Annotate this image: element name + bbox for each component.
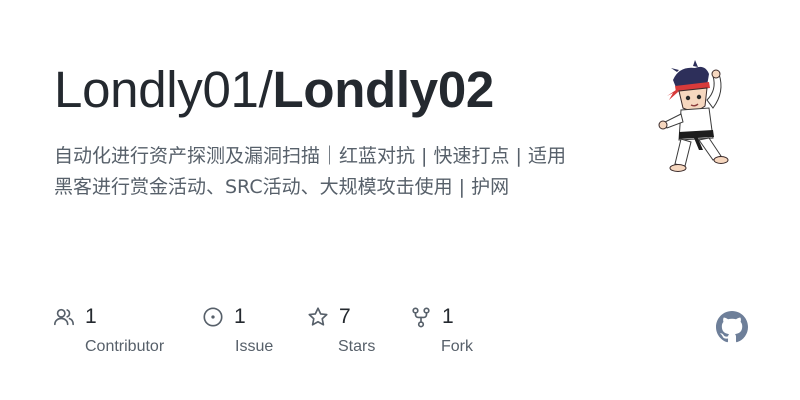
- issues-stat[interactable]: 1 Issue: [202, 300, 273, 356]
- contributors-stat[interactable]: 1 Contributor: [53, 300, 164, 356]
- github-icon: [716, 311, 748, 343]
- repo-owner[interactable]: Londly01/: [54, 61, 273, 118]
- stars-stat[interactable]: 7 Stars: [307, 300, 375, 356]
- forks-stat[interactable]: 1 Fork: [410, 300, 473, 356]
- stars-label: Stars: [338, 338, 376, 355]
- repo-stats: 1 Contributor 1 Issue 7 Stars 1 Fork: [0, 300, 800, 370]
- repo-forked-icon: [412, 307, 430, 328]
- star-icon: [308, 307, 328, 326]
- contributors-label: Contributor: [85, 338, 165, 355]
- forks-count: 1: [442, 305, 454, 328]
- forks-label: Fork: [441, 338, 473, 355]
- repo-description: 自动化进行资产探测及漏洞扫描｜红蓝对抗 | 快速打点 | 适用黑客进行赏金活动、…: [54, 145, 566, 198]
- issues-count: 1: [234, 305, 246, 328]
- contributors-count: 1: [85, 305, 97, 328]
- owner-avatar: [658, 60, 729, 172]
- repo-title: Londly01/Londly02: [54, 58, 494, 122]
- repo-name[interactable]: Londly02: [272, 61, 494, 118]
- people-icon: [54, 308, 74, 326]
- stars-count: 7: [339, 305, 351, 328]
- issues-label: Issue: [235, 338, 274, 355]
- issue-opened-icon: [203, 307, 223, 327]
